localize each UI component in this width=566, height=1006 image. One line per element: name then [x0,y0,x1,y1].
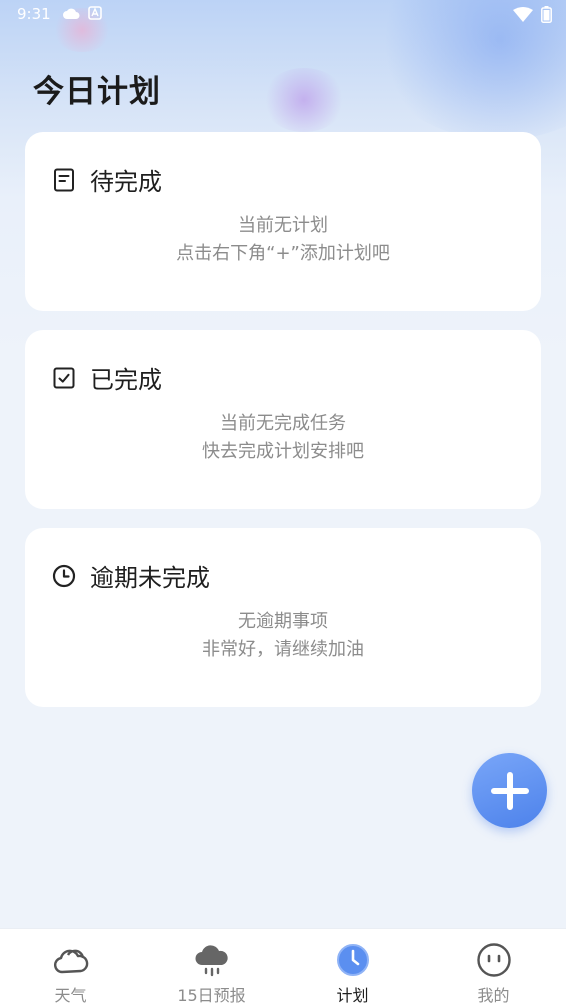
app-status-icon [88,6,102,24]
card-title: 逾期未完成 [90,564,210,592]
clock-icon [52,564,76,588]
tab-plan[interactable]: 计划 [282,929,423,1006]
tab-weather[interactable]: 天气 [0,929,141,1006]
wifi-icon [513,7,533,26]
clock-icon [334,941,372,979]
rain-cloud-icon [193,941,231,979]
page-title: 今日计划 [33,74,161,110]
face-icon [475,941,513,979]
pending-card: 待完成 当前无计划 点击右下角“+”添加计划吧 [25,132,541,311]
card-title: 已完成 [90,366,162,394]
overdue-card: 逾期未完成 无逾期事项 非常好，请继续加油 [25,528,541,707]
cloud-icon [52,941,90,979]
note-icon [52,168,76,192]
tab-label: 我的 [477,986,510,1005]
plus-icon [490,771,529,810]
checkbox-icon [52,366,76,390]
empty-message: 当前无计划 点击右下角“+”添加计划吧 [25,212,541,268]
decor-blob [262,68,346,132]
empty-message-line: 非常好，请继续加油 [202,639,364,660]
battery-icon [541,6,552,27]
empty-message-line: 点击右下角“+”添加计划吧 [176,243,390,264]
tab-label: 天气 [54,986,87,1005]
tab-label: 15日预报 [177,986,246,1005]
status-bar: 9:31 [0,0,566,30]
empty-message-line: 无逾期事项 [238,611,328,632]
tab-15day-forecast[interactable]: 15日预报 [141,929,282,1006]
card-title: 待完成 [90,168,162,196]
empty-message-line: 当前无完成任务 [220,413,346,434]
tab-label: 计划 [336,986,369,1005]
empty-message-line: 当前无计划 [238,215,328,236]
tab-mine[interactable]: 我的 [423,929,564,1006]
completed-card: 已完成 当前无完成任务 快去完成计划安排吧 [25,330,541,509]
bottom-tab-bar: 天气 15日预报 计划 我的 [0,928,566,1006]
empty-message: 当前无完成任务 快去完成计划安排吧 [25,410,541,466]
empty-message-line: 快去完成计划安排吧 [202,441,364,462]
empty-message: 无逾期事项 非常好，请继续加油 [25,608,541,664]
cloud-status-icon [62,6,80,24]
status-time: 9:31 [17,5,51,23]
add-plan-button[interactable] [472,753,547,828]
